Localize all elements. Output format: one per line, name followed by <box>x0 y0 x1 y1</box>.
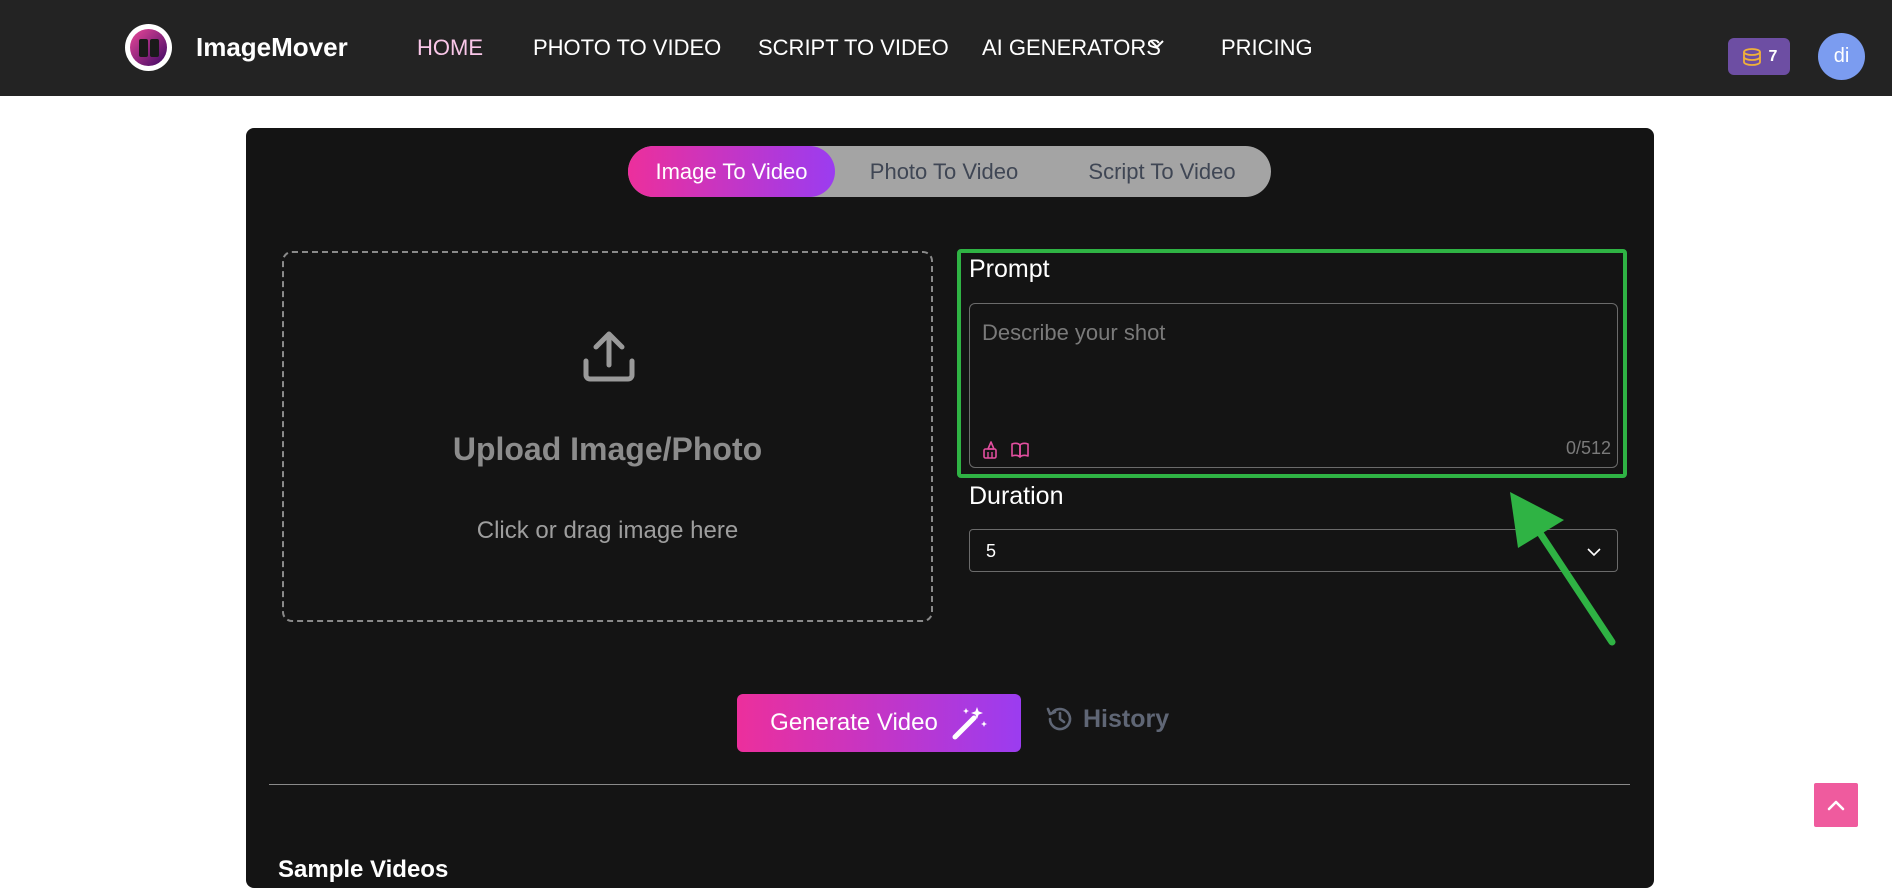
nav-pricing[interactable]: PRICING <box>1221 35 1313 61</box>
upload-title: Upload Image/Photo <box>452 431 763 467</box>
prompt-placeholder: Describe your shot <box>982 320 1166 345</box>
sample-videos-heading: Sample Videos <box>278 856 449 883</box>
nav-script-to-video[interactable]: SCRIPT TO VIDEO <box>758 35 949 61</box>
credits-count: 7 <box>1768 47 1778 65</box>
mode-tabs: Image To Video Photo To Video Script To … <box>628 146 1271 197</box>
annotation-arrow-icon <box>1510 492 1616 646</box>
logo-icon[interactable] <box>125 24 172 71</box>
brand-name[interactable]: ImageMover <box>196 32 348 63</box>
upload-dropzone[interactable]: Upload Image/Photo Click or drag image h… <box>282 251 933 622</box>
top-navbar: ImageMover HOME PHOTO TO VIDEO SCRIPT TO… <box>0 0 1892 96</box>
coins-icon <box>1742 47 1761 66</box>
tab-image-to-video[interactable]: Image To Video <box>628 146 835 197</box>
nav-ai-generators[interactable]: AI GENERATORS <box>982 35 1161 61</box>
brush-icon[interactable] <box>980 440 1000 460</box>
book-icon[interactable] <box>1010 440 1030 460</box>
scroll-to-top-button[interactable] <box>1814 783 1858 827</box>
generate-video-button[interactable]: Generate Video <box>737 694 1021 752</box>
nav-home[interactable]: HOME <box>417 35 483 61</box>
credits-badge[interactable]: 7 <box>1728 38 1790 75</box>
tab-photo-to-video[interactable]: Photo To Video <box>835 146 1053 197</box>
generate-video-label: Generate Video <box>770 709 938 736</box>
duration-label: Duration <box>969 482 1064 510</box>
prompt-tools <box>980 440 1030 460</box>
magic-wand-icon <box>952 707 987 740</box>
prompt-textarea[interactable]: Describe your shot 0/512 <box>969 303 1618 468</box>
section-divider <box>269 784 1630 785</box>
upload-subtitle: Click or drag image here <box>476 517 739 544</box>
duration-value: 5 <box>986 541 997 561</box>
history-button[interactable]: History <box>1045 704 1169 734</box>
prompt-char-counter: 0/512 <box>1565 438 1611 458</box>
user-avatar[interactable]: di <box>1818 33 1865 80</box>
history-icon <box>1046 707 1072 731</box>
history-label: History <box>1083 704 1170 733</box>
nav-photo-to-video[interactable]: PHOTO TO VIDEO <box>533 35 721 61</box>
prompt-label: Prompt <box>969 255 1050 283</box>
chevron-down-icon[interactable] <box>1148 35 1166 53</box>
chevron-up-icon <box>1827 800 1845 811</box>
tab-script-to-video[interactable]: Script To Video <box>1053 146 1271 197</box>
upload-icon <box>583 331 635 382</box>
